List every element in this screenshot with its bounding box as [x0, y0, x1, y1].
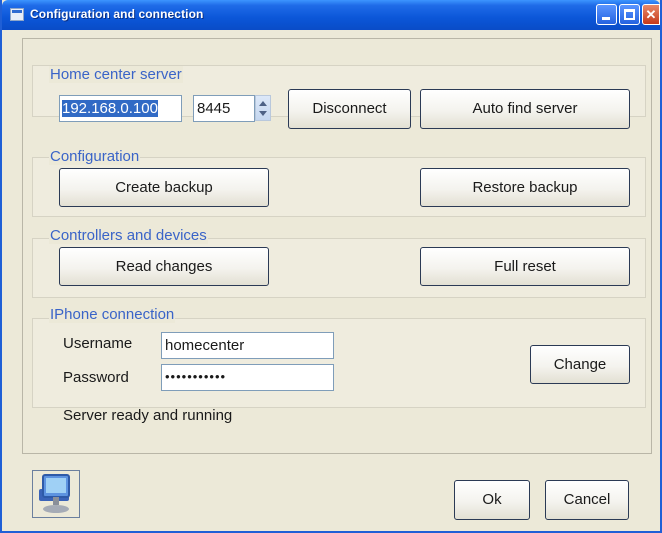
password-field[interactable]: •••••••••••: [161, 364, 334, 391]
server-ip-field[interactable]: 192.168.0.100: [59, 95, 182, 122]
full-reset-button[interactable]: Full reset: [420, 247, 630, 286]
minimize-button[interactable]: [596, 4, 617, 25]
status-text: Server ready and running: [63, 407, 233, 424]
disconnect-button[interactable]: Disconnect: [288, 89, 411, 129]
username-value: homecenter: [165, 337, 245, 354]
auto-find-server-button[interactable]: Auto find server: [420, 89, 630, 129]
password-value: •••••••••••: [165, 369, 227, 384]
app-window-icon: [10, 8, 24, 21]
home-center-label: Home center server: [49, 66, 183, 83]
server-ip-value: 192.168.0.100: [62, 100, 158, 117]
restore-backup-button[interactable]: Restore backup: [420, 168, 630, 207]
ok-button[interactable]: Ok: [454, 480, 530, 520]
maximize-button[interactable]: [619, 4, 640, 25]
create-backup-button[interactable]: Create backup: [59, 168, 269, 207]
cancel-button[interactable]: Cancel: [545, 480, 629, 520]
password-label: Password: [63, 369, 129, 386]
stepper-down-icon[interactable]: [259, 111, 267, 116]
server-port-value: 8445: [197, 100, 231, 117]
change-button[interactable]: Change: [530, 345, 630, 384]
stepper-up-icon[interactable]: [259, 101, 267, 106]
username-field[interactable]: homecenter: [161, 332, 334, 359]
server-port-field[interactable]: 8445: [193, 95, 255, 122]
iphone-label: IPhone connection: [49, 306, 176, 323]
controllers-label: Controllers and devices: [49, 227, 208, 244]
configuration-window: Configuration and connection ✕ Home cent…: [0, 0, 662, 533]
configuration-label: Configuration: [49, 148, 141, 165]
main-panel: Home center server 192.168.0.100 8445 Di…: [22, 38, 652, 454]
read-changes-button[interactable]: Read changes: [59, 247, 269, 286]
computer-monitor-icon: [32, 470, 80, 518]
window-title: Configuration and connection: [30, 7, 204, 21]
title-bar[interactable]: Configuration and connection ✕: [2, 0, 660, 30]
port-stepper[interactable]: [255, 95, 271, 121]
close-button[interactable]: ✕: [642, 4, 660, 25]
username-label: Username: [63, 335, 133, 352]
